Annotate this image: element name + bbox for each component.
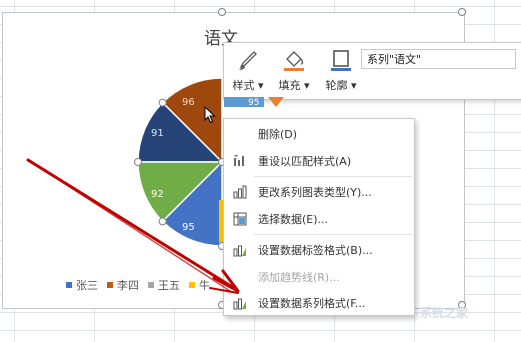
menu-item-add-trendline: 添加趋势线(R)... (258, 271, 340, 284)
chart-legend[interactable]: 张三 李四 王五 牛 (66, 277, 210, 293)
outline-button[interactable]: 轮廓 ▾ (319, 47, 363, 95)
menu-item-format-data-series[interactable]: 设置数据系列格式(F... (224, 292, 414, 314)
fill-label: 填充 (278, 79, 301, 92)
menu-item-reset-style[interactable]: 重设以匹配样式(A) (224, 150, 414, 172)
series-selector[interactable]: 系列"语文" (361, 49, 516, 69)
data-label-96: 96 (182, 97, 195, 108)
data-label-95: 95 (182, 222, 195, 233)
outline-label: 轮廓 (325, 79, 348, 92)
legend-item-zhangsan[interactable]: 张三 (66, 277, 98, 293)
mouse-cursor-icon (204, 106, 216, 124)
legend-item-lisi[interactable]: 李四 (107, 277, 139, 293)
legend-swatch (107, 282, 113, 288)
watermark: 系统之家 (420, 306, 469, 320)
style-label: 样式 (232, 79, 255, 92)
select-data-icon (233, 212, 247, 226)
style-button[interactable]: 样式 ▾ (226, 47, 270, 95)
fill-button[interactable]: 填充 ▾ (272, 47, 316, 95)
menu-item-change-chart-type[interactable]: 更改系列图表类型(Y)... (224, 181, 414, 203)
legend-swatch (66, 282, 72, 288)
legend-swatch (189, 282, 195, 288)
reset-style-icon (234, 155, 244, 166)
behind-slice-preview: 95 (224, 97, 284, 108)
context-menu: 删除(D) 重设以匹配样式(A) 更改系列图表类型(Y)... 选择数据(E).… (223, 118, 415, 316)
label-format-icon (233, 245, 246, 257)
menu-item-delete[interactable]: 删除(D) (224, 123, 414, 145)
chart-mini-toolbar: 95 样式 ▾ 填充 ▾ 轮廓 ▾ 系列"语文" (223, 42, 521, 108)
legend-item-wangwu[interactable]: 王五 (148, 277, 180, 293)
menu-item-format-data-labels[interactable]: 设置数据标签格式(B)... (224, 239, 414, 261)
data-label-91: 91 (151, 128, 164, 139)
legend-swatch (148, 282, 154, 288)
legend-item-niu[interactable]: 牛 (189, 277, 210, 293)
fill-bucket-icon (284, 51, 304, 71)
brush-icon (239, 51, 257, 70)
chart-type-icon (233, 185, 247, 199)
menu-item-select-data[interactable]: 选择数据(E)... (224, 208, 414, 230)
menu-separator (254, 176, 412, 177)
svg-text:95: 95 (248, 98, 259, 108)
data-label-92: 92 (151, 189, 164, 200)
series-format-icon (233, 298, 246, 310)
menu-separator (254, 234, 412, 235)
outline-icon (331, 50, 351, 71)
